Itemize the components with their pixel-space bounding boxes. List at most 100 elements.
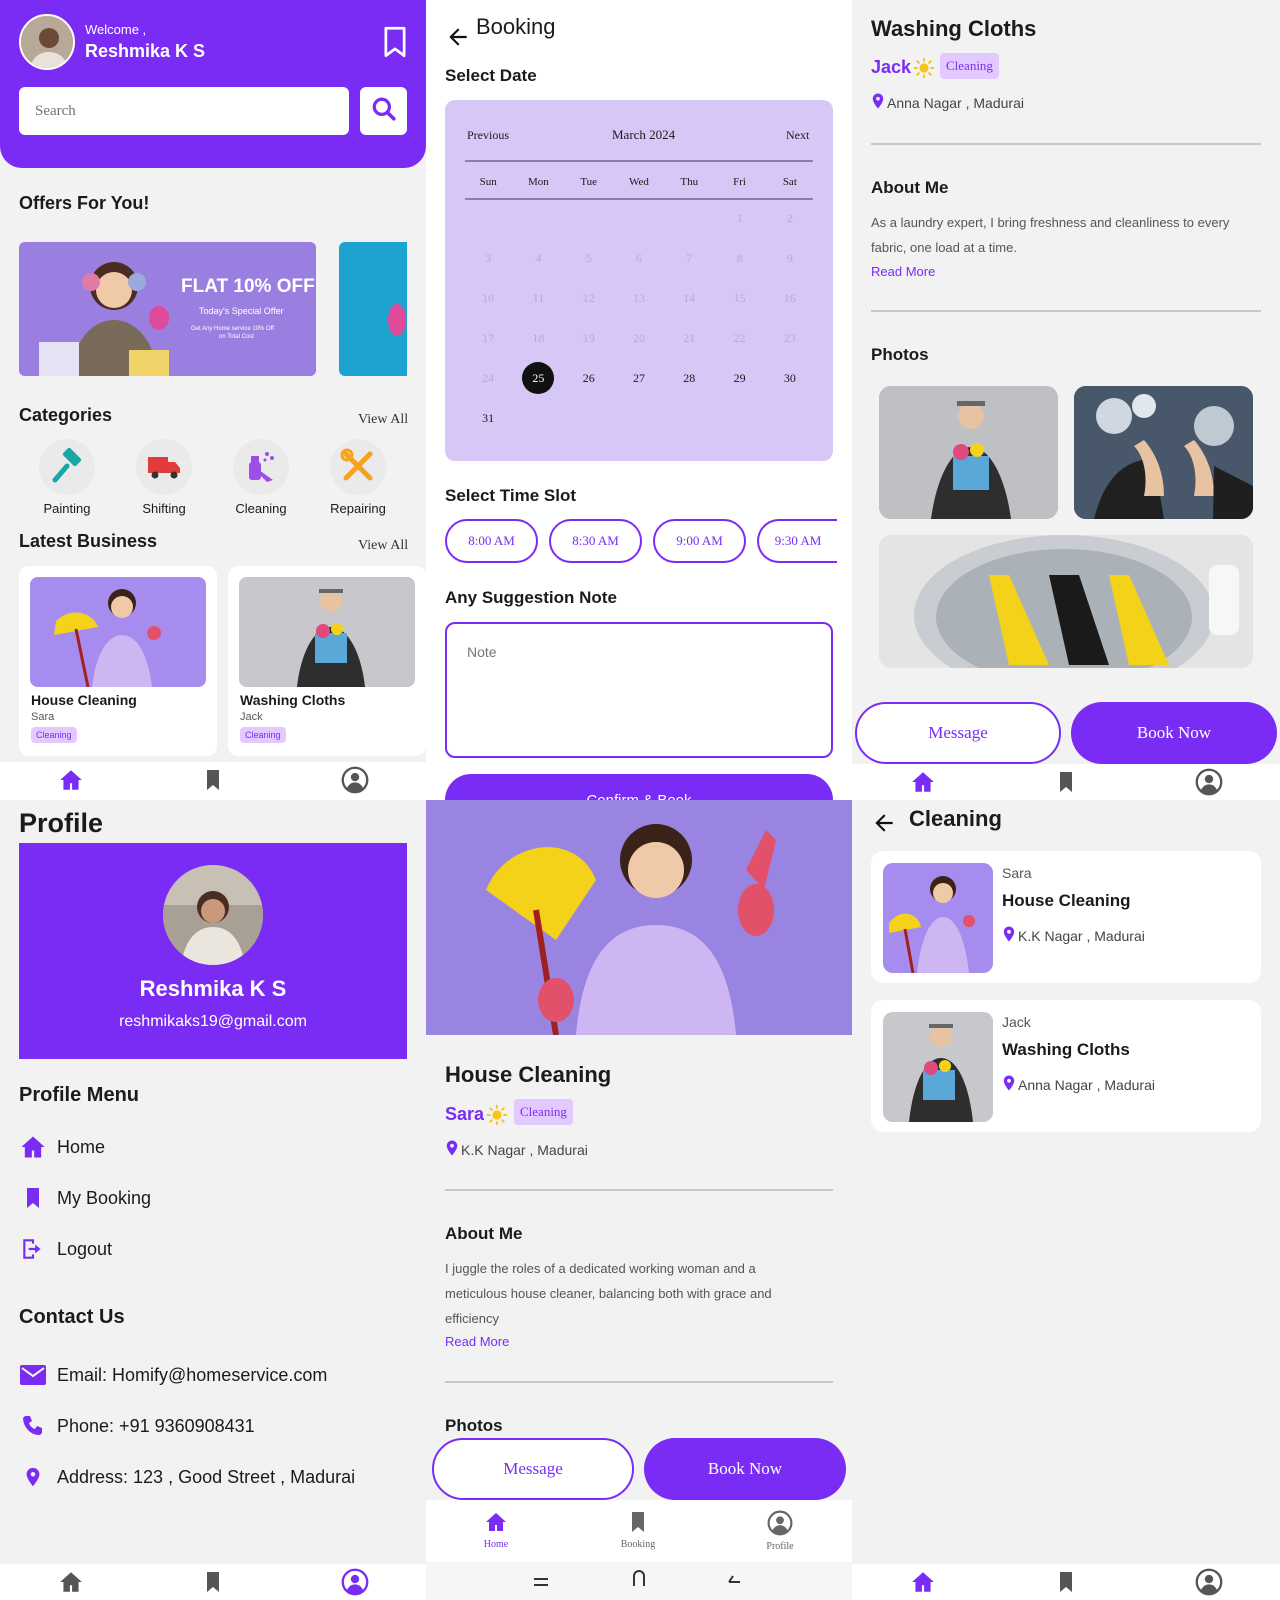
calendar-next[interactable]: Next xyxy=(786,128,809,143)
book-now-button[interactable]: Book Now xyxy=(1071,702,1277,764)
logout-icon xyxy=(19,1236,47,1262)
calendar: Previous March 2024 Next Sun Mon Tue Wed… xyxy=(445,100,833,461)
menu-label: Logout xyxy=(57,1238,113,1259)
back-arrow-icon[interactable] xyxy=(871,810,897,841)
category-painting[interactable]: Painting xyxy=(24,439,110,516)
confirm-book-button[interactable]: Confirm & Book xyxy=(445,774,833,800)
category-shifting[interactable]: Shifting xyxy=(121,439,207,516)
nav-bookmark[interactable] xyxy=(193,766,233,798)
weekday-label: Fri xyxy=(733,176,746,188)
bookmark-icon xyxy=(201,768,225,797)
list-item-washing-cloths[interactable]: Jack Washing Cloths Anna Nagar , Madurai xyxy=(871,1000,1261,1132)
profile-card: Reshmika K S reshmikaks19@gmail.com xyxy=(19,843,407,1059)
list-item-location: Anna Nagar , Madurai xyxy=(1018,1077,1155,1093)
calendar-day: 13 xyxy=(632,290,645,305)
message-button[interactable]: Message xyxy=(855,702,1061,764)
photo-washing-hands[interactable] xyxy=(1074,386,1253,519)
nav-profile[interactable] xyxy=(335,766,375,798)
calendar-day[interactable]: 29 xyxy=(714,358,764,398)
calendar-day[interactable]: 25 xyxy=(513,358,563,398)
nav-profile[interactable] xyxy=(1189,768,1229,800)
contact-address[interactable]: Address: 123 , Good Street , Madurai xyxy=(19,1460,355,1494)
home-header: Welcome , Reshmika K S xyxy=(0,0,426,168)
read-more-link[interactable]: Read More xyxy=(445,1334,509,1349)
location-pin-icon xyxy=(443,1137,461,1164)
nav-home[interactable] xyxy=(51,1568,91,1600)
profile-avatar[interactable] xyxy=(163,865,263,965)
time-slot[interactable]: 9:00 AM xyxy=(653,519,746,563)
list-item-house-cleaning[interactable]: Sara House Cleaning K.K Nagar , Madurai xyxy=(871,851,1261,983)
note-input[interactable] xyxy=(445,622,833,758)
category-cleaning[interactable]: Cleaning xyxy=(218,439,304,516)
time-slot[interactable]: 8:00 AM xyxy=(445,519,538,563)
business-card-washing-cloths[interactable]: Washing Cloths Jack Cleaning xyxy=(228,566,426,756)
booking-screen: Booking Select Date Previous March 2024 … xyxy=(426,0,852,800)
provider-name: Sara xyxy=(445,1104,485,1124)
calendar-day[interactable]: 28 xyxy=(664,358,714,398)
menu-logout[interactable]: Logout xyxy=(19,1232,112,1266)
search-button[interactable] xyxy=(360,87,407,135)
back-gesture-icon[interactable] xyxy=(726,1571,742,1589)
book-now-button[interactable]: Book Now xyxy=(644,1438,846,1500)
home-gesture-icon[interactable] xyxy=(632,1570,646,1591)
nav-home[interactable] xyxy=(903,768,943,800)
nav-profile[interactable] xyxy=(335,1568,375,1600)
list-item-title: Washing Cloths xyxy=(1002,1040,1130,1059)
calendar-selected-day[interactable]: 25 xyxy=(522,362,555,394)
bottom-nav xyxy=(852,764,1280,800)
offer-banner[interactable]: FLAT 10% OFF Today's Special Offer Get A… xyxy=(19,242,316,376)
business-card-house-cleaning[interactable]: House Cleaning Sara Cleaning xyxy=(19,566,217,756)
user-icon xyxy=(1195,768,1223,801)
contact-phone[interactable]: Phone: +91 9360908431 xyxy=(19,1409,255,1443)
location-text: K.K Nagar , Madurai xyxy=(461,1142,588,1158)
nav-profile[interactable] xyxy=(1189,1568,1229,1600)
nav-bookmark[interactable] xyxy=(193,1568,233,1600)
nav-home[interactable]: Home xyxy=(470,1510,522,1550)
list-title: Cleaning xyxy=(909,806,1002,831)
calendar-day[interactable]: 27 xyxy=(614,358,664,398)
search-input[interactable] xyxy=(19,87,349,135)
nav-profile[interactable]: Profile xyxy=(754,1510,806,1552)
contact-email[interactable]: Email: Homify@homeservice.com xyxy=(19,1358,327,1392)
user-avatar[interactable] xyxy=(19,14,75,70)
nav-home[interactable] xyxy=(51,766,91,798)
home-icon xyxy=(910,769,936,800)
offer-fine-1: Get Any Home service 10% Off xyxy=(191,326,274,332)
latest-view-all[interactable]: View All xyxy=(358,538,408,554)
photo-man-basket[interactable] xyxy=(879,386,1058,519)
offer-banner-next[interactable] xyxy=(339,242,407,376)
offer-fine-2: on Total Cost xyxy=(219,334,254,340)
bookmark-icon[interactable] xyxy=(381,26,409,63)
recents-icon[interactable] xyxy=(534,1574,548,1592)
calendar-days: 1 2 3 4 5 6 7 8 9 10 11 12 13 14 15 16 17 18 19 20 21 22 23 24 2… xyxy=(463,198,815,438)
menu-home[interactable]: Home xyxy=(19,1130,105,1164)
categories-view-all[interactable]: View All xyxy=(358,412,408,428)
nav-bookmark[interactable] xyxy=(1046,768,1086,800)
house-cleaning-detail-screen: House Cleaning Sara Cleaning K.K Nagar ,… xyxy=(426,800,852,1600)
back-arrow-icon[interactable] xyxy=(445,24,471,55)
calendar-day: 1 xyxy=(736,210,743,225)
category-repairing[interactable]: Repairing xyxy=(315,439,401,516)
time-slot[interactable]: 8:30 AM xyxy=(549,519,642,563)
menu-my-booking[interactable]: My Booking xyxy=(19,1181,151,1215)
select-date-label: Select Date xyxy=(445,66,537,85)
calendar-day[interactable]: 30 xyxy=(765,358,815,398)
calendar-day[interactable]: 26 xyxy=(564,358,614,398)
calendar-day: 10 xyxy=(482,290,495,305)
calendar-day: 16 xyxy=(783,290,796,305)
time-slot[interactable]: 9:30 AM xyxy=(757,519,837,563)
nav-home[interactable] xyxy=(903,1568,943,1600)
calendar-day: 18 xyxy=(532,330,545,345)
nav-booking[interactable]: Booking xyxy=(612,1510,664,1550)
list-item-photo xyxy=(883,1012,993,1122)
location-pin-icon xyxy=(1000,1072,1018,1099)
calendar-day[interactable]: 31 xyxy=(463,398,513,438)
home-screen: Welcome , Reshmika K S Offers For You! F… xyxy=(0,0,426,800)
photo-washing-machine[interactable] xyxy=(879,535,1253,668)
message-button[interactable]: Message xyxy=(432,1438,634,1500)
read-more-link[interactable]: Read More xyxy=(871,264,935,279)
about-text-2: fabric, one load at a time. xyxy=(871,240,1017,255)
nav-bookmark[interactable] xyxy=(1046,1568,1086,1600)
calendar-prev[interactable]: Previous xyxy=(467,128,509,143)
phone-icon xyxy=(19,1414,47,1438)
